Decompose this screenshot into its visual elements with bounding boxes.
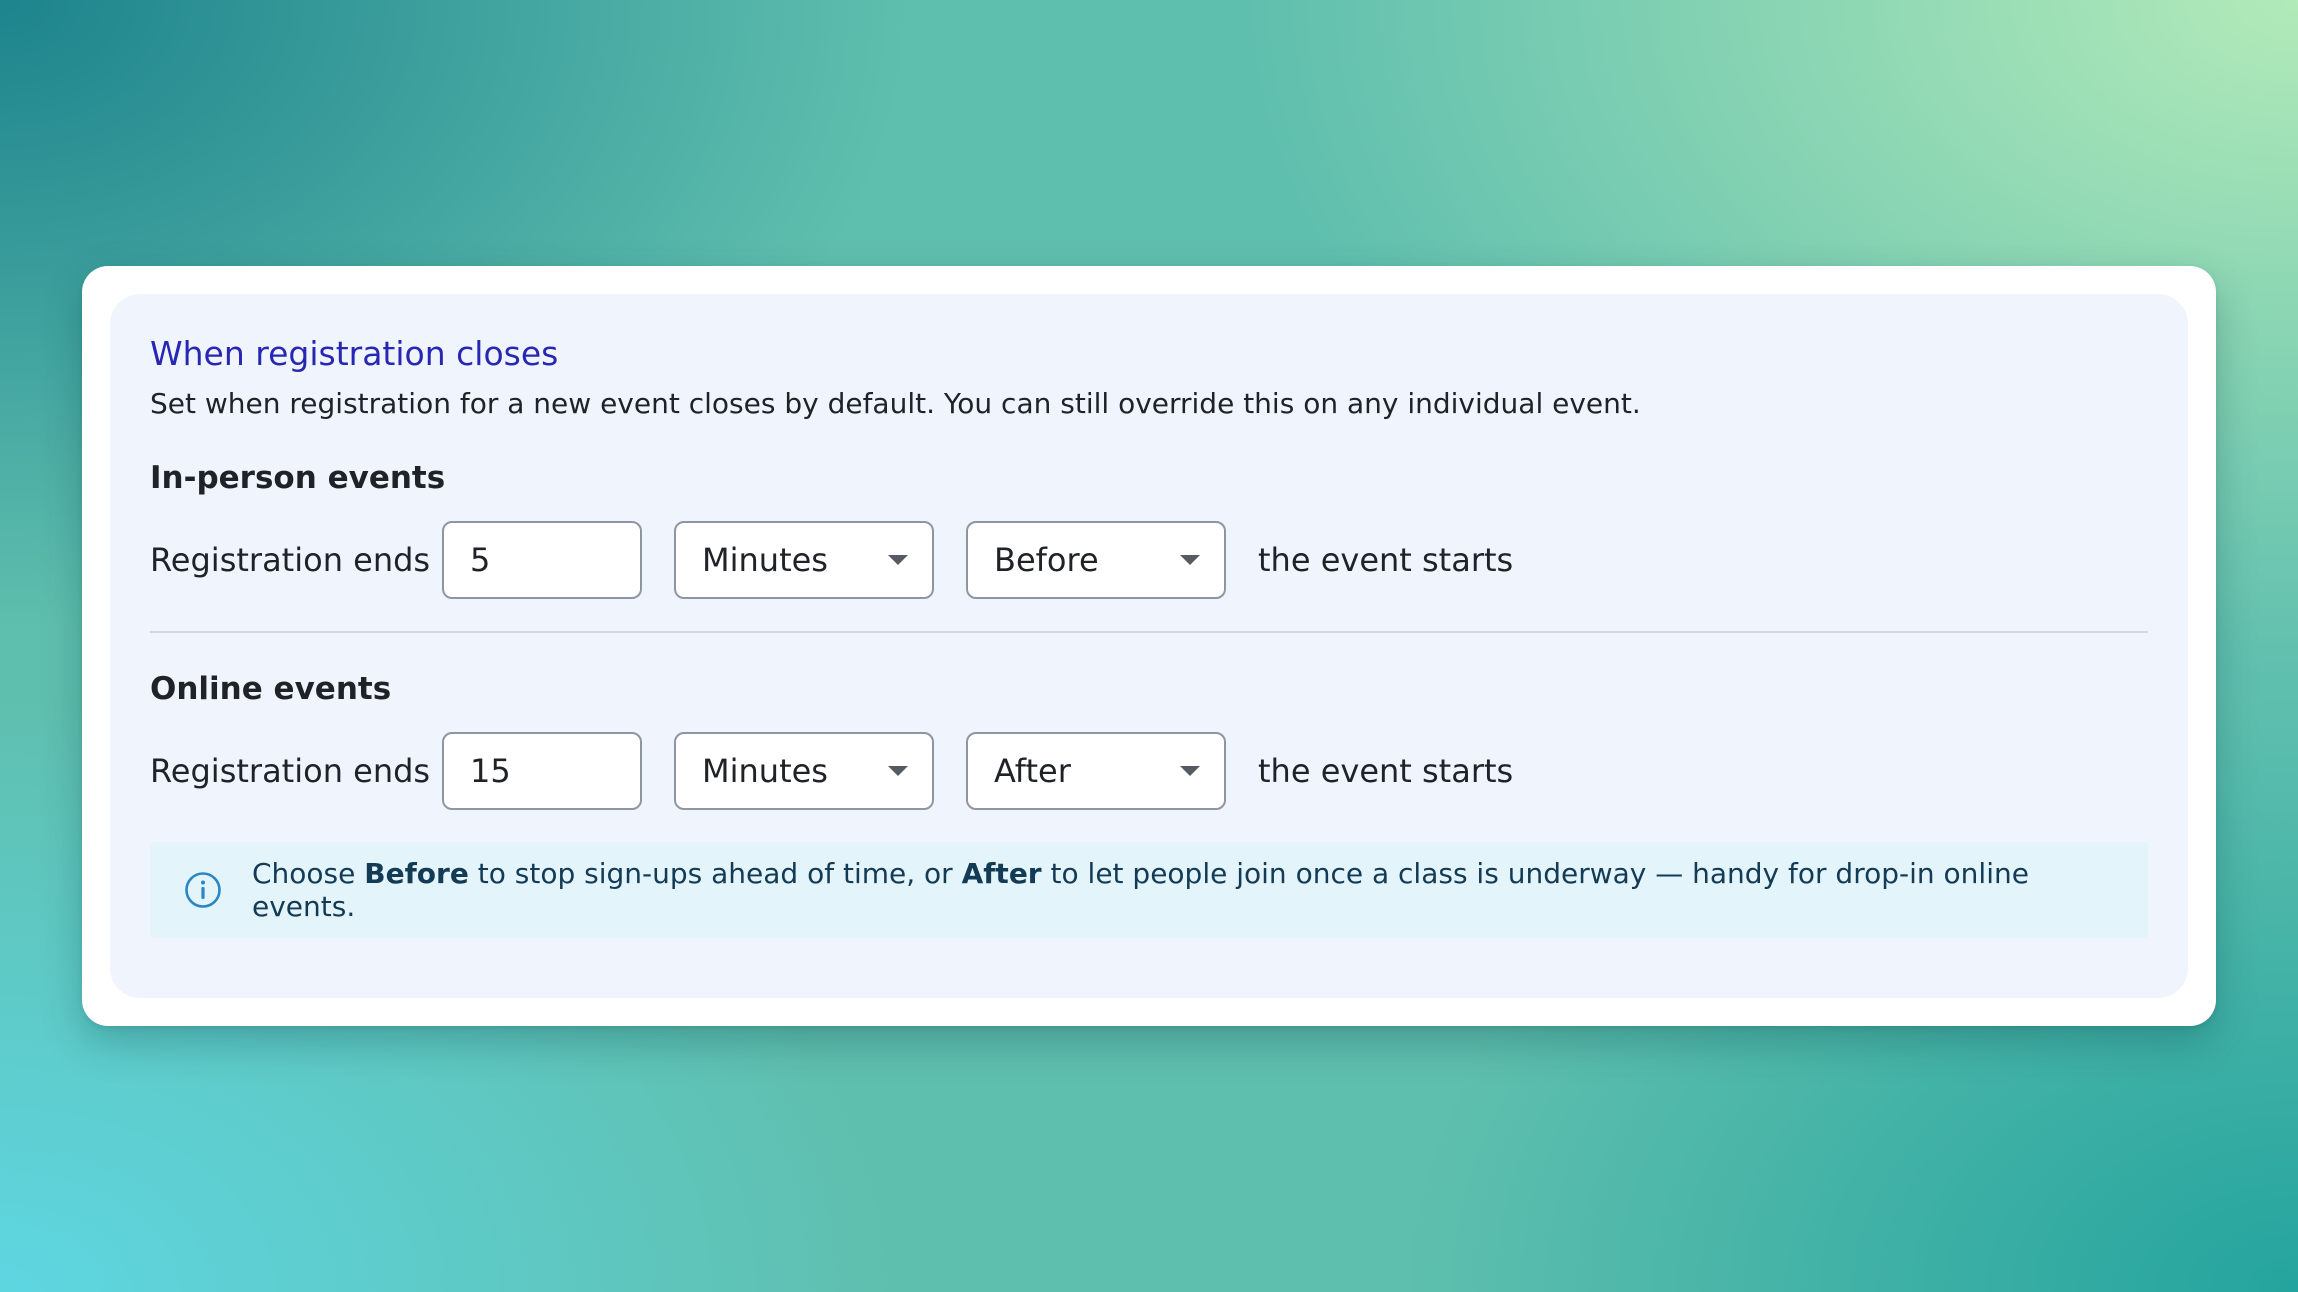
online-amount-input[interactable]: [442, 732, 642, 811]
in-person-heading: In-person events: [150, 459, 446, 496]
in-person-unit-select[interactable]: Minutes: [674, 521, 934, 600]
in-person-amount-input[interactable]: [442, 521, 642, 600]
in-person-timing-value: Before: [994, 541, 1099, 580]
online-row: Registration ends Minutes After the even…: [150, 732, 2148, 811]
online-suffix: the event starts: [1258, 752, 1514, 791]
info-callout: Choose Before to stop sign-ups ahead of …: [150, 842, 2148, 939]
section-title: When registration closes: [150, 334, 559, 373]
online-unit-select[interactable]: Minutes: [674, 732, 934, 811]
section-description: Set when registration for a new event cl…: [150, 386, 1641, 420]
chevron-down-icon: [1180, 555, 1200, 566]
in-person-label: Registration ends: [150, 541, 431, 580]
settings-card: When registration closes Set when regist…: [82, 266, 2216, 1026]
chevron-down-icon: [888, 555, 908, 566]
online-label: Registration ends: [150, 752, 431, 791]
online-heading: Online events: [150, 671, 392, 708]
in-person-row: Registration ends Minutes Before the eve…: [150, 521, 2148, 600]
in-person-unit-value: Minutes: [702, 541, 828, 580]
online-unit-value: Minutes: [702, 752, 828, 791]
info-icon: [185, 872, 221, 909]
section-divider: [150, 631, 2148, 634]
info-after-keyword: After: [961, 857, 1042, 891]
in-person-suffix: the event starts: [1258, 541, 1514, 580]
chevron-down-icon: [888, 766, 908, 777]
chevron-down-icon: [1180, 766, 1200, 777]
info-text-part: Choose: [252, 857, 365, 891]
online-timing-value: After: [994, 752, 1071, 791]
settings-panel: When registration closes Set when regist…: [110, 294, 2188, 998]
info-text-part: to stop sign-ups ahead of time, or: [468, 857, 962, 891]
info-before-keyword: Before: [364, 857, 469, 891]
online-timing-select[interactable]: After: [966, 732, 1226, 811]
info-text: Choose Before to stop sign-ups ahead of …: [252, 857, 2114, 923]
in-person-timing-select[interactable]: Before: [966, 521, 1226, 600]
